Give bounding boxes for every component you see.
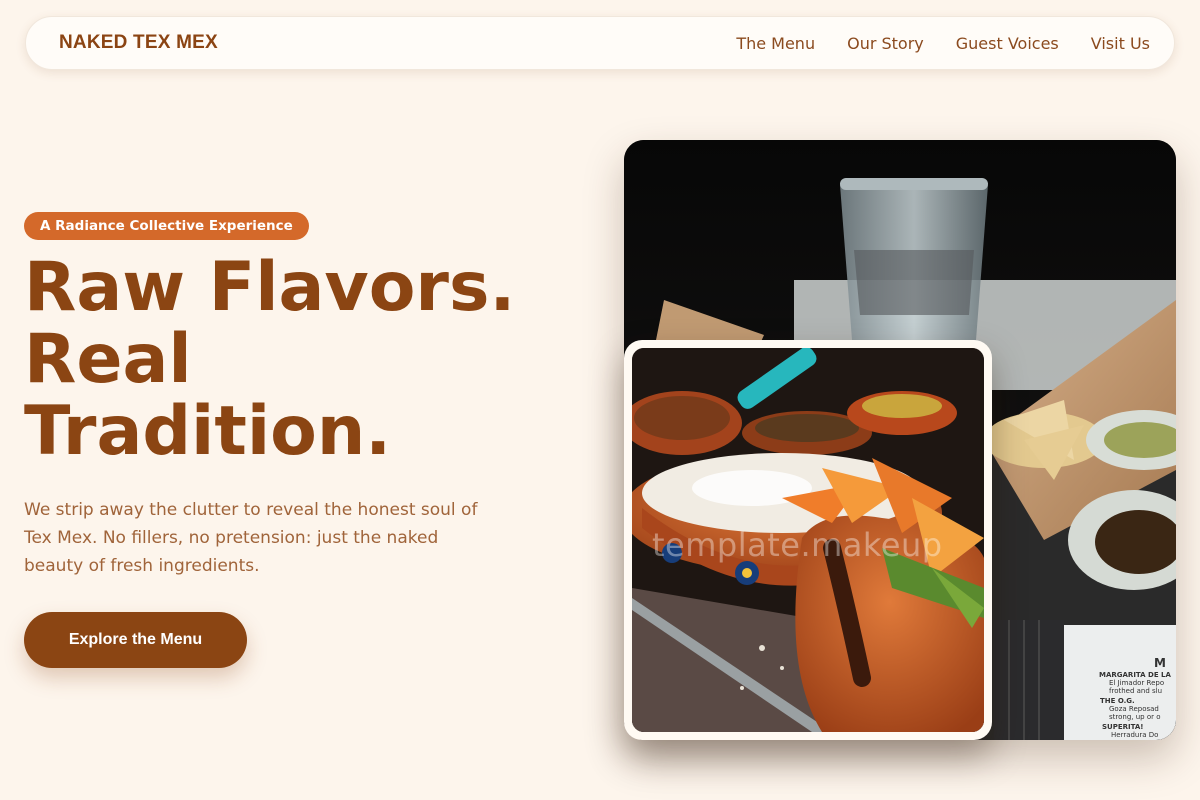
headline-line-3: Tradition.: [24, 392, 392, 471]
experience-badge: A Radiance Collective Experience: [24, 212, 309, 240]
nav-link-our-story[interactable]: Our Story: [847, 34, 924, 53]
menu-card-line: MARGARITA DE LA: [1099, 671, 1172, 679]
menu-card-line: frothed and slu: [1109, 687, 1162, 695]
menu-card-heading: M: [1154, 656, 1166, 670]
headline-line-2: Real: [24, 320, 192, 399]
menu-card-line: SUPERITA!: [1102, 723, 1143, 731]
nav-link-the-menu[interactable]: The Menu: [736, 34, 815, 53]
menu-card-line: Goza Reposad: [1109, 705, 1159, 713]
menu-card-line: El Jimador Repo: [1109, 679, 1164, 687]
menu-card-line: THE O.G.: [1100, 697, 1135, 705]
top-navigation: NAKED TEX MEX The Menu Our Story Guest V…: [25, 16, 1175, 70]
nav-links: The Menu Our Story Guest Voices Visit Us: [736, 34, 1150, 53]
headline-line-1: Raw Flavors.: [24, 248, 516, 327]
explore-menu-button[interactable]: Explore the Menu: [24, 612, 247, 668]
clay-pot-illustration: [632, 348, 984, 732]
hero-description: We strip away the clutter to reveal the …: [24, 500, 478, 576]
menu-card-line: Herradura Do: [1111, 731, 1158, 739]
nav-link-guest-voices[interactable]: Guest Voices: [956, 34, 1059, 53]
brand-logo[interactable]: NAKED TEX MEX: [59, 32, 218, 54]
menu-card-line: strong, up or o: [1109, 713, 1161, 721]
clay-pot-dish-photo: [624, 340, 992, 740]
hero-headline: Raw Flavors. Real Tradition.: [24, 252, 604, 468]
nav-link-visit-us[interactable]: Visit Us: [1091, 34, 1150, 53]
